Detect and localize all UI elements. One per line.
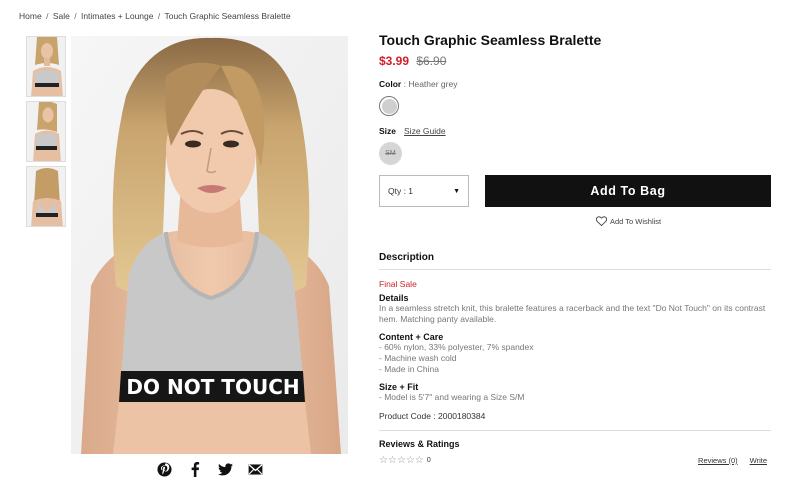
pinterest-icon[interactable] [155,460,173,478]
email-icon[interactable] [247,460,265,478]
thumbnail-side[interactable] [26,101,66,162]
content-line: - 60% nylon, 33% polyester, 7% spandex [379,342,534,352]
star-icon: ☆ [387,455,397,466]
reviews-row: ☆ ☆ ☆ ☆ ☆ 0 Reviews (0) Write [379,455,771,466]
content-care-title: Content + Care [379,332,444,342]
size-guide-link[interactable]: Size Guide [404,126,446,136]
content-line: - Made in China [379,364,440,374]
wishlist-label: Add To Wishlist [610,216,662,226]
breadcrumb-separator: / [157,11,161,21]
star-rating: ☆ ☆ ☆ ☆ ☆ 0 [379,455,431,466]
thumbnail-list [26,36,66,231]
heart-icon [596,216,607,226]
breadcrumb-intimates[interactable]: Intimates + Lounge [81,11,154,21]
breadcrumb: Home / Sale / Intimates + Lounge / Touch… [19,11,291,21]
size-option-sm[interactable]: SM [379,142,402,165]
purchase-row: Qty : 1 ▼ Add To Bag [379,175,771,207]
product-code: Product Code : 2000180384 [379,411,771,431]
facebook-icon[interactable] [186,460,204,478]
thumbnail-front[interactable] [26,36,66,97]
add-to-bag-button[interactable]: Add To Bag [485,175,771,207]
swatch-fill [381,98,397,114]
original-price: $6.90 [416,54,447,68]
reviews-link[interactable]: Reviews (0) [698,456,738,465]
star-icon: ☆ [405,455,415,466]
breadcrumb-sale[interactable]: Sale [53,11,70,21]
product-details-panel: Touch Graphic Seamless Bralette $3.99 $6… [379,30,771,466]
color-separator: : [403,79,406,89]
breadcrumb-home[interactable]: Home [19,11,42,21]
size-fit-line: - Model is 5'7" and wearing a Size S/M [379,392,525,402]
size-fit-title: Size + Fit [379,382,419,392]
price-block: $3.99 $6.90 [379,54,771,68]
details-text: In a seamless stretch knit, this bralett… [379,303,766,324]
content-line: - Machine wash cold [379,353,457,363]
color-label: Color [379,79,402,89]
share-bar [155,460,265,478]
color-row: Color : Heather grey [379,79,771,89]
reviews-heading: Reviews & Ratings [379,439,460,449]
color-swatch-heather-grey[interactable] [379,96,399,116]
product-title: Touch Graphic Seamless Bralette [379,32,602,48]
description-heading: Description [379,252,771,270]
breadcrumb-current: Touch Graphic Seamless Bralette [164,11,291,21]
size-row: Size Size Guide [379,126,771,136]
rating-count: 0 [426,457,431,464]
star-icon: ☆ [414,455,424,466]
chevron-down-icon: ▼ [453,187,460,195]
sale-price: $3.99 [379,54,410,68]
final-sale-note: Final Sale [379,279,417,289]
review-links: Reviews (0) Write [698,456,771,465]
thumbnail-back[interactable] [26,166,66,227]
star-icon: ☆ [396,455,406,466]
breadcrumb-separator: / [46,11,49,21]
star-icon: ☆ [379,455,388,466]
bralette-print-text: DO NOT TOUCH [126,375,299,399]
size-label: Size [379,126,397,136]
quantity-select[interactable]: Qty : 1 ▼ [379,175,469,207]
quantity-value: Qty : 1 [388,186,414,196]
breadcrumb-separator: / [74,11,77,21]
details-title: Details [379,293,409,303]
add-to-wishlist-link[interactable]: Add To Wishlist [596,216,666,226]
write-review-link[interactable]: Write [750,456,767,465]
color-value: Heather grey [408,79,458,89]
product-main-image[interactable]: DO NOT TOUCH [71,36,348,454]
twitter-icon[interactable] [216,460,234,478]
